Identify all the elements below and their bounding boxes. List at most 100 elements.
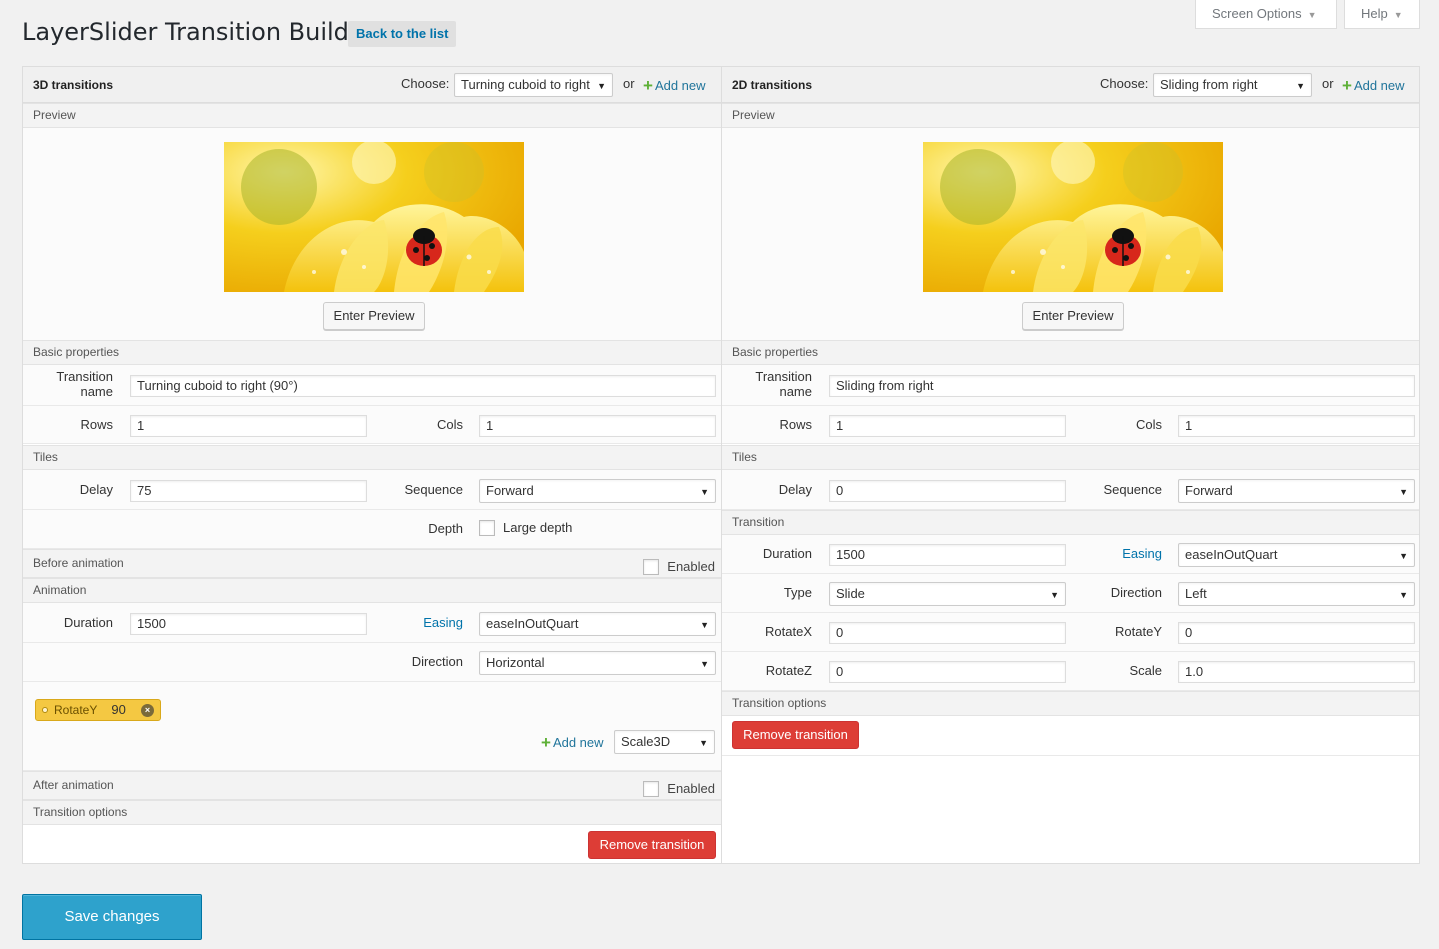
preview-area: Enter Preview — [722, 128, 1419, 340]
delay-sequence-row: Delay 0 Sequence Forward ▼ — [722, 470, 1419, 510]
section-title: Tiles — [732, 450, 757, 464]
scale-input[interactable]: 1.0 — [1178, 661, 1415, 683]
delay-input[interactable]: 0 — [829, 480, 1066, 502]
delay-label: Delay — [778, 482, 812, 497]
before-animation-enabled[interactable]: Enabled — [643, 553, 715, 580]
transition-select[interactable]: Sliding from right ▼ — [1153, 73, 1312, 97]
rows-cols-row: Rows 1 Cols 1 — [23, 406, 721, 444]
checkbox[interactable] — [643, 558, 660, 575]
section-title: Basic properties — [732, 345, 819, 359]
rows-input[interactable]: 1 — [829, 415, 1066, 437]
chevron-down-icon: ▼ — [1307, 10, 1317, 20]
remove-transition-button[interactable]: Remove transition — [732, 721, 859, 749]
checkbox[interactable] — [643, 780, 660, 797]
property-select-value: Scale3D — [621, 734, 671, 749]
easing-select[interactable]: easeInOutQuart ▼ — [1178, 543, 1415, 567]
chevron-down-icon: ▼ — [1399, 551, 1408, 561]
preview-section-header: Preview — [722, 103, 1419, 128]
screen-options-button[interactable]: Screen Options ▼ — [1195, 0, 1337, 29]
transition-options-header: Transition options — [722, 691, 1419, 716]
duration-input[interactable]: 1500 — [829, 544, 1066, 566]
checkbox[interactable] — [479, 519, 495, 536]
panel-header: 3D transitions Choose: Turning cuboid to… — [23, 67, 721, 103]
cols-label: Cols — [1135, 417, 1162, 432]
easing-link[interactable]: Easing — [383, 615, 463, 630]
direction-select[interactable]: Left ▼ — [1178, 582, 1415, 606]
add-new-label: Add new — [1353, 78, 1405, 93]
chevron-down-icon: ▼ — [1050, 590, 1059, 600]
after-animation-header: After animation Enabled — [23, 771, 721, 800]
add-new-property-link[interactable]: + Add new — [541, 732, 604, 752]
rotatey-input[interactable]: 0 — [1178, 622, 1415, 644]
transition-select-value: Sliding from right — [1160, 77, 1258, 92]
save-changes-button[interactable]: Save changes — [22, 894, 202, 940]
transition-name-input[interactable]: Sliding from right — [829, 375, 1415, 397]
chevron-down-icon: ▼ — [1393, 10, 1403, 20]
rotatey-label: RotateY — [1115, 624, 1162, 639]
page-title: LayerSlider Transition Builder — [22, 18, 374, 46]
transition-name-row: Transition name Sliding from right — [722, 365, 1419, 406]
easing-select[interactable]: easeInOutQuart ▼ — [479, 612, 716, 636]
remove-tag-icon[interactable]: × — [141, 704, 154, 717]
rows-input[interactable]: 1 — [130, 415, 367, 437]
transition-name-input[interactable]: Turning cuboid to right (90°) — [130, 375, 716, 397]
rotatez-scale-row: RotateZ 0 Scale 1.0 — [722, 652, 1419, 691]
direction-value: Horizontal — [486, 655, 545, 670]
panel-title: 2D transitions — [732, 78, 813, 92]
type-select[interactable]: Slide ▼ — [829, 582, 1066, 606]
chevron-down-icon: ▼ — [700, 620, 709, 630]
screen-options-label: Screen Options — [1212, 6, 1302, 21]
property-select[interactable]: Scale3D ▼ — [614, 730, 715, 754]
rotatey-tag[interactable]: RotateY 90 × — [35, 699, 161, 721]
choose-label: Choose: — [401, 76, 450, 91]
transition-header: Transition — [722, 510, 1419, 535]
after-animation-enabled[interactable]: Enabled — [643, 775, 715, 802]
preview-image — [923, 142, 1223, 292]
add-new-transition-link[interactable]: + Add new — [1342, 75, 1405, 95]
easing-link[interactable]: Easing — [1082, 546, 1162, 561]
enabled-label: Enabled — [667, 781, 715, 796]
before-animation-header: Before animation Enabled — [23, 549, 721, 578]
panel-header: 2D transitions Choose: Sliding from righ… — [722, 67, 1419, 103]
plus-icon: + — [643, 76, 653, 95]
section-title: Before animation — [33, 556, 124, 570]
duration-input[interactable]: 1500 — [130, 613, 367, 635]
direction-select[interactable]: Horizontal ▼ — [479, 651, 716, 675]
delay-input[interactable]: 75 — [130, 480, 367, 502]
rotate-xy-row: RotateX 0 RotateY 0 — [722, 613, 1419, 652]
tag-label: RotateY — [54, 703, 98, 717]
back-to-list-button[interactable]: Back to the list — [348, 21, 457, 47]
transition-select[interactable]: Turning cuboid to right ▼ — [454, 73, 613, 97]
enter-preview-button[interactable]: Enter Preview — [1022, 302, 1124, 330]
sequence-select[interactable]: Forward ▼ — [1178, 479, 1415, 503]
large-depth-checkbox[interactable]: Large depth — [479, 519, 573, 537]
section-title: Preview — [33, 108, 76, 122]
cols-label: Cols — [436, 417, 463, 432]
add-new-transition-link[interactable]: + Add new — [643, 75, 706, 95]
tag-dot-icon — [42, 707, 48, 713]
chevron-down-icon: ▼ — [1296, 81, 1305, 91]
rows-label: Rows — [80, 417, 113, 432]
or-label: or — [623, 76, 635, 91]
rotatez-input[interactable]: 0 — [829, 661, 1066, 683]
or-label: or — [1322, 76, 1334, 91]
section-title: Transition options — [732, 696, 827, 710]
animation-header: Animation — [23, 578, 721, 603]
large-depth-label: Large depth — [503, 520, 573, 535]
preview-image — [224, 142, 524, 292]
tag-value[interactable]: 90 — [111, 702, 125, 717]
help-button[interactable]: Help ▼ — [1344, 0, 1420, 29]
transition-name-label: Transition name — [755, 369, 812, 399]
tiles-header: Tiles — [23, 445, 721, 470]
add-new-label: Add new — [654, 78, 706, 93]
sequence-select[interactable]: Forward ▼ — [479, 479, 716, 503]
rotatex-input[interactable]: 0 — [829, 622, 1066, 644]
cols-input[interactable]: 1 — [1178, 415, 1415, 437]
chevron-down-icon: ▼ — [699, 738, 708, 748]
delay-label: Delay — [79, 482, 113, 497]
sequence-value: Forward — [1185, 483, 1233, 498]
remove-transition-button[interactable]: Remove transition — [588, 831, 716, 859]
preview-area: Enter Preview — [23, 128, 721, 340]
enter-preview-button[interactable]: Enter Preview — [323, 302, 425, 330]
cols-input[interactable]: 1 — [479, 415, 716, 437]
